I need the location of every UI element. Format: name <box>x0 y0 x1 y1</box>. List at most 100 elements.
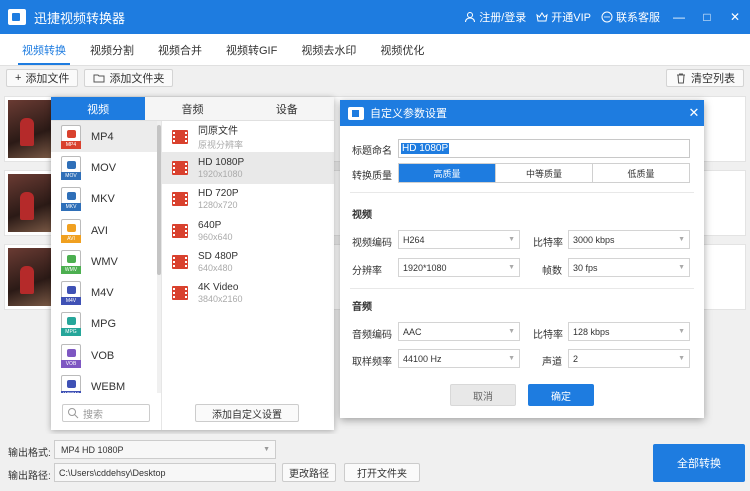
format-item[interactable]: M4V M4V <box>51 277 157 308</box>
resolution-select[interactable]: 1920*1080 ▼ <box>398 258 520 277</box>
vip-button[interactable]: 开通VIP <box>536 9 591 25</box>
resolution-item[interactable]: 640P 960x640 <box>162 215 334 246</box>
convert-all-button[interactable]: 全部转换 <box>653 444 745 482</box>
resolution-name: HD 1080P <box>198 156 245 168</box>
film-icon <box>172 160 188 175</box>
resolution-label: 分辨率 <box>352 266 382 277</box>
quality-label: 转换质量 <box>352 171 392 182</box>
dialog-logo-icon <box>348 106 364 120</box>
name-field[interactable]: HD 1080P <box>398 139 690 158</box>
login-button[interactable]: 注册/登录 <box>464 9 526 25</box>
format-label: AVI <box>91 224 108 237</box>
fps-select[interactable]: 30 fps ▼ <box>568 258 690 277</box>
audio-section-title: 音频 <box>352 302 372 313</box>
resolution-value: 1920*1080 <box>403 262 447 273</box>
format-label: M4V <box>91 287 114 300</box>
dialog-close-button[interactable]: ✕ <box>684 103 704 123</box>
resolution-item[interactable]: 4K Video 3840x2160 <box>162 277 334 308</box>
format-label: MPG <box>91 318 117 331</box>
format-label: WMV <box>91 255 118 268</box>
trash-icon <box>677 73 685 84</box>
format-item[interactable]: AVI AVI <box>51 215 157 246</box>
format-item[interactable]: VOB VOB <box>51 340 157 371</box>
add-folder-button[interactable]: 添加文件夹 <box>84 69 174 87</box>
quality-low[interactable]: 低质量 <box>593 164 689 182</box>
quality-high[interactable]: 高质量 <box>399 164 496 182</box>
format-search-input[interactable]: 搜索 <box>62 404 150 422</box>
bottom-bar: 输出格式: MP4 HD 1080P ▼ 输出路径: C:\Users\cdde… <box>0 434 750 491</box>
resolution-item[interactable]: 同原文件 原视分辨率 <box>162 121 334 152</box>
format-tag: AVI <box>61 234 81 243</box>
audio-bitrate-label: 比特率 <box>533 330 563 341</box>
format-label: WEBM <box>91 381 126 393</box>
video-camera-icon <box>67 192 76 201</box>
file-format-icon: M4V <box>61 281 81 306</box>
ok-button[interactable]: 确定 <box>528 384 594 406</box>
format-item[interactable]: MKV MKV <box>51 184 157 215</box>
add-custom-setting-button[interactable]: 添加自定义设置 <box>195 404 299 422</box>
format-picker-panel: 视频 音频 设备 MP4 MP4 MOV MOV MKV MKV AVI AVI WMV WMV M… <box>51 97 334 430</box>
support-button[interactable]: 联系客服 <box>601 9 660 25</box>
sample-rate-select[interactable]: 44100 Hz ▼ <box>398 349 520 368</box>
film-icon <box>172 254 188 269</box>
change-path-button[interactable]: 更改路径 <box>282 463 336 482</box>
resolution-size: 1920x1080 <box>198 168 243 179</box>
format-item[interactable]: MPG MPG <box>51 309 157 340</box>
channel-value: 2 <box>573 353 579 364</box>
app-logo-icon <box>8 9 26 25</box>
format-item[interactable]: MOV MOV <box>51 152 157 183</box>
audio-bitrate-select[interactable]: 128 kbps ▼ <box>568 322 690 341</box>
tab-video-to-gif[interactable]: 视频转GIF <box>214 34 289 65</box>
audio-codec-label: 音频编码 <box>352 330 392 341</box>
video-codec-label: 视频编码 <box>352 238 392 249</box>
crown-icon <box>536 12 548 22</box>
resolution-size: 1280x720 <box>198 200 238 211</box>
format-item[interactable]: WEBM WEBM <box>51 371 157 393</box>
close-button[interactable]: ✕ <box>726 8 744 26</box>
tab-video-convert[interactable]: 视频转换 <box>10 34 78 65</box>
clear-list-button[interactable]: 清空列表 <box>666 69 744 87</box>
video-thumbnail <box>8 174 52 232</box>
file-format-icon: VOB <box>61 343 81 368</box>
tab-remove-watermark[interactable]: 视频去水印 <box>289 34 368 65</box>
minimize-button[interactable]: — <box>670 8 688 26</box>
video-codec-select[interactable]: H264 ▼ <box>398 230 520 249</box>
tab-video-split[interactable]: 视频分割 <box>78 34 146 65</box>
file-format-icon: AVI <box>61 218 81 243</box>
video-camera-icon <box>67 129 76 138</box>
video-bitrate-value: 3000 kbps <box>573 234 615 245</box>
name-field-value: HD 1080P <box>401 143 450 154</box>
open-folder-button[interactable]: 打开文件夹 <box>344 463 420 482</box>
resolution-item[interactable]: HD 1080P 1920x1080 <box>162 152 334 184</box>
output-format-select[interactable]: MP4 HD 1080P ▼ <box>54 440 276 459</box>
output-path-field[interactable]: C:\Users\cddehsy\Desktop <box>54 463 276 482</box>
resolution-item[interactable]: SD 480P 640x480 <box>162 246 334 277</box>
audio-codec-value: AAC <box>403 326 422 337</box>
support-label: 联系客服 <box>616 12 660 24</box>
tab-video-optimize[interactable]: 视频优化 <box>368 34 436 65</box>
video-bitrate-select[interactable]: 3000 kbps ▼ <box>568 230 690 249</box>
format-item[interactable]: MP4 MP4 <box>51 121 157 153</box>
format-tab-device[interactable]: 设备 <box>239 97 334 121</box>
resolution-item[interactable]: HD 720P 1280x720 <box>162 184 334 215</box>
output-format-value: MP4 HD 1080P <box>61 444 124 455</box>
format-tab-video[interactable]: 视频 <box>51 97 146 121</box>
audio-codec-select[interactable]: AAC ▼ <box>398 322 520 341</box>
format-tag: MP4 <box>61 140 81 149</box>
toolbar: + 添加文件 添加文件夹 清空列表 <box>0 66 750 90</box>
film-icon <box>172 129 188 144</box>
cancel-button[interactable]: 取消 <box>450 384 516 406</box>
tab-video-merge[interactable]: 视频合并 <box>146 34 214 65</box>
add-file-button[interactable]: + 添加文件 <box>6 69 79 87</box>
quality-medium[interactable]: 中等质量 <box>496 164 593 182</box>
video-camera-icon <box>67 160 76 169</box>
format-item[interactable]: WMV WMV <box>51 246 157 277</box>
format-tab-audio[interactable]: 音频 <box>145 97 240 121</box>
chevron-down-icon: ▼ <box>508 264 515 271</box>
maximize-button[interactable]: □ <box>698 8 716 26</box>
channel-select[interactable]: 2 ▼ <box>568 349 690 368</box>
add-file-label: 添加文件 <box>25 73 70 85</box>
login-label: 注册/登录 <box>479 12 527 24</box>
resolution-size: 原视分辨率 <box>198 140 244 151</box>
format-tag: MPG <box>61 328 81 337</box>
